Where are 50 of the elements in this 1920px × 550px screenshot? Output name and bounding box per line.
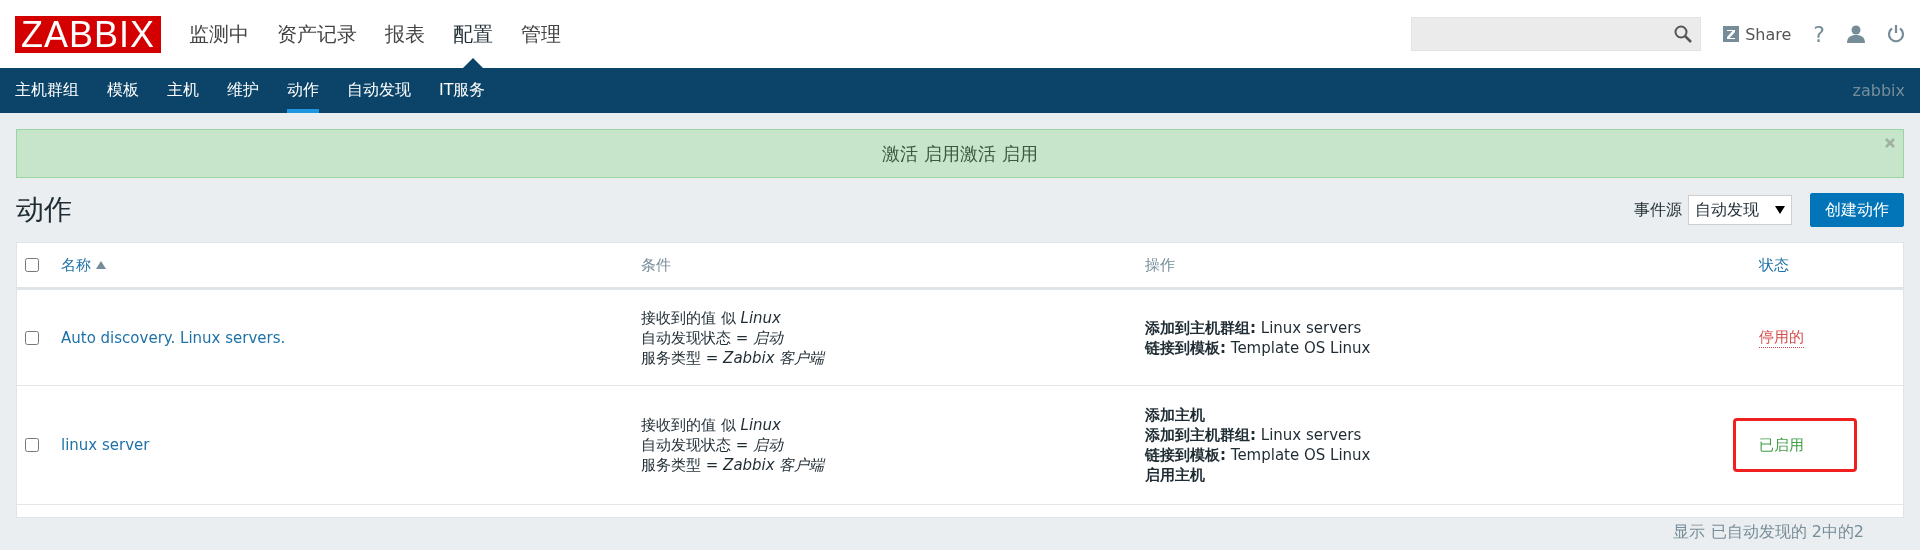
user-icon[interactable]	[1847, 25, 1865, 43]
status-link[interactable]: 停用的	[1759, 327, 1804, 348]
user-name: zabbix	[1852, 81, 1905, 100]
operation-line: 添加到主机群组: Linux servers	[1145, 425, 1363, 445]
sub-menu-item[interactable]: 模板	[107, 68, 139, 113]
main-menu-item[interactable]: 报表	[385, 0, 426, 68]
operation-line: 链接到模板: Template OS Linux	[1145, 337, 1372, 358]
event-source-select[interactable]: 自动发现	[1688, 195, 1792, 225]
condition-line: 自动发现状态 = 启动	[641, 327, 785, 348]
search-icon	[1674, 25, 1693, 43]
table-footer-count: 显示 已自动发现的 2中的2	[1673, 522, 1864, 543]
column-header[interactable]: 名称	[61, 255, 641, 275]
sub-menu-item[interactable]: 自动发现	[347, 68, 411, 113]
column-header[interactable]: 条件	[641, 255, 1145, 275]
main-menu-item[interactable]: 资产记录	[277, 0, 358, 68]
sub-menu-item[interactable]: 维护	[227, 68, 259, 113]
row-checkbox[interactable]	[25, 330, 39, 345]
column-header[interactable]: 操作	[1145, 255, 1759, 275]
select-all-checkbox[interactable]	[25, 258, 39, 272]
zabbix-share-icon	[1723, 26, 1740, 42]
operation-line: 启用主机	[1145, 465, 1206, 485]
action-name-link[interactable]: Auto discovery. Linux servers.	[61, 328, 641, 347]
power-icon[interactable]	[1887, 25, 1905, 43]
condition-line: 接收到的值 似 Linux	[641, 307, 782, 328]
operation-line: 添加到主机群组: Linux servers	[1145, 317, 1363, 338]
event-source-label: 事件源	[1634, 199, 1682, 221]
condition-line: 自动发现状态 = 启动	[641, 435, 785, 455]
share-link[interactable]: Share	[1723, 24, 1792, 44]
row-checkbox[interactable]	[25, 438, 39, 452]
sort-ascending-icon	[96, 261, 106, 269]
success-message: 激活 启用激活 启用	[16, 129, 1904, 178]
operation-line: 添加主机	[1145, 405, 1206, 425]
condition-line: 服务类型 = Zabbix 客户端	[641, 347, 827, 368]
action-name-link[interactable]: linux server	[61, 436, 641, 454]
zabbix-logo[interactable]: ZABBIX	[15, 15, 162, 53]
condition-line: 服务类型 = Zabbix 客户端	[641, 455, 827, 475]
page-title: 动作	[16, 192, 72, 228]
search-field[interactable]	[1411, 17, 1702, 51]
sub-menu-item[interactable]: 主机	[167, 68, 199, 113]
condition-line: 接收到的值 似 Linux	[641, 415, 782, 435]
main-menu-item[interactable]: 配置	[453, 0, 494, 68]
dropdown-icon	[1775, 206, 1785, 214]
main-menu-item[interactable]: 管理	[521, 0, 562, 68]
sub-menu-item[interactable]: IT服务	[439, 68, 486, 113]
column-header[interactable]: 状态	[1759, 255, 1903, 275]
sub-menu-item[interactable]: 动作	[287, 68, 319, 113]
sub-menu-item[interactable]: 主机群组	[15, 68, 79, 113]
operation-line: 链接到模板: Template OS Linux	[1145, 445, 1372, 465]
main-menu-item[interactable]: 监测中	[189, 0, 250, 68]
create-action-button[interactable]: 创建动作	[1810, 193, 1904, 227]
